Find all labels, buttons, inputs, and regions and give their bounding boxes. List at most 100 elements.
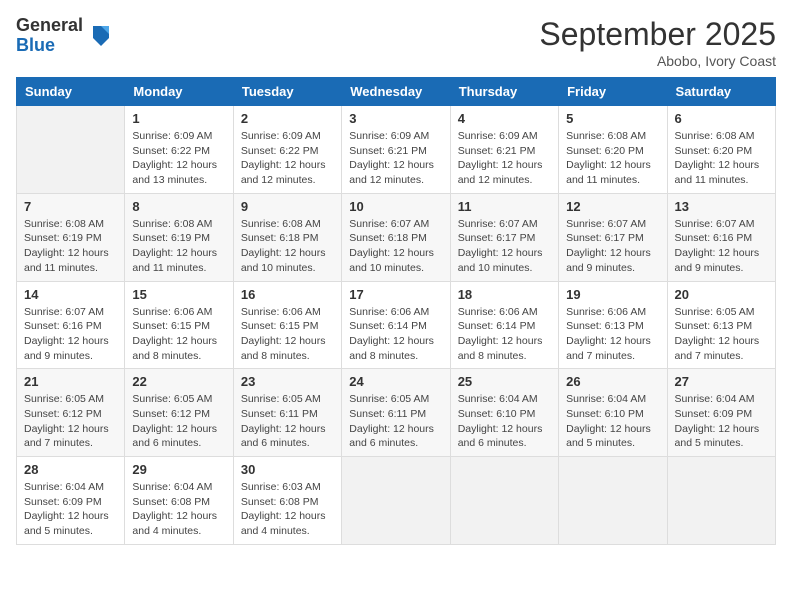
calendar-cell	[17, 106, 125, 194]
calendar-cell: 23 Sunrise: 6:05 AM Sunset: 6:11 PM Dayli…	[233, 369, 341, 457]
day-info: Sunrise: 6:05 AM Sunset: 6:11 PM Dayligh…	[349, 392, 442, 451]
day-number: 16	[241, 287, 334, 302]
weekday-header-saturday: Saturday	[667, 78, 775, 106]
day-number: 2	[241, 111, 334, 126]
day-info: Sunrise: 6:03 AM Sunset: 6:08 PM Dayligh…	[241, 480, 334, 539]
weekday-header-row: SundayMondayTuesdayWednesdayThursdayFrid…	[17, 78, 776, 106]
day-info: Sunrise: 6:06 AM Sunset: 6:15 PM Dayligh…	[241, 305, 334, 364]
day-info: Sunrise: 6:04 AM Sunset: 6:08 PM Dayligh…	[132, 480, 225, 539]
calendar-cell: 15Sunrise: 6:06 AM Sunset: 6:15 PM Dayli…	[125, 281, 233, 369]
calendar-cell: 17 Sunrise: 6:06 AM Sunset: 6:14 PM Dayli…	[342, 281, 450, 369]
logo-blue-text: Blue	[16, 36, 83, 56]
calendar-week-row: 28Sunrise: 6:04 AM Sunset: 6:09 PM Dayli…	[17, 457, 776, 545]
day-info: Sunrise: 6:09 AM Sunset: 6:22 PM Dayligh…	[241, 129, 334, 188]
day-number: 15	[132, 287, 225, 302]
calendar-cell: 30 Sunrise: 6:03 AM Sunset: 6:08 PM Dayli…	[233, 457, 341, 545]
calendar-cell: 10 Sunrise: 6:07 AM Sunset: 6:18 PM Dayli…	[342, 193, 450, 281]
calendar-cell: 24 Sunrise: 6:05 AM Sunset: 6:11 PM Dayli…	[342, 369, 450, 457]
day-number: 11	[458, 199, 551, 214]
day-number: 19	[566, 287, 659, 302]
day-number: 20	[675, 287, 768, 302]
logo-icon	[89, 22, 113, 50]
calendar-table: SundayMondayTuesdayWednesdayThursdayFrid…	[16, 77, 776, 545]
weekday-header-thursday: Thursday	[450, 78, 558, 106]
day-number: 13	[675, 199, 768, 214]
day-info: Sunrise: 6:08 AM Sunset: 6:20 PM Dayligh…	[566, 129, 659, 188]
calendar-cell: 16 Sunrise: 6:06 AM Sunset: 6:15 PM Dayli…	[233, 281, 341, 369]
day-info: Sunrise: 6:09 AM Sunset: 6:21 PM Dayligh…	[349, 129, 442, 188]
day-info: Sunrise: 6:07 AM Sunset: 6:17 PM Dayligh…	[566, 217, 659, 276]
logo: General Blue	[16, 16, 113, 56]
calendar-cell: 19 Sunrise: 6:06 AM Sunset: 6:13 PM Dayli…	[559, 281, 667, 369]
calendar-cell: 8 Sunrise: 6:08 AM Sunset: 6:19 PM Daylig…	[125, 193, 233, 281]
calendar-cell: 20Sunrise: 6:05 AM Sunset: 6:13 PM Dayli…	[667, 281, 775, 369]
day-number: 21	[24, 374, 117, 389]
calendar-cell: 7 Sunrise: 6:08 AM Sunset: 6:19 PM Daylig…	[17, 193, 125, 281]
calendar-cell	[667, 457, 775, 545]
day-number: 26	[566, 374, 659, 389]
day-info: Sunrise: 6:08 AM Sunset: 6:20 PM Dayligh…	[675, 129, 768, 188]
day-info: Sunrise: 6:07 AM Sunset: 6:16 PM Dayligh…	[24, 305, 117, 364]
day-info: Sunrise: 6:06 AM Sunset: 6:13 PM Dayligh…	[566, 305, 659, 364]
calendar-cell: 5 Sunrise: 6:08 AM Sunset: 6:20 PM Daylig…	[559, 106, 667, 194]
day-info: Sunrise: 6:08 AM Sunset: 6:19 PM Dayligh…	[132, 217, 225, 276]
calendar-cell: 11 Sunrise: 6:07 AM Sunset: 6:17 PM Dayli…	[450, 193, 558, 281]
day-info: Sunrise: 6:06 AM Sunset: 6:14 PM Dayligh…	[458, 305, 551, 364]
day-number: 24	[349, 374, 442, 389]
day-info: Sunrise: 6:07 AM Sunset: 6:17 PM Dayligh…	[458, 217, 551, 276]
day-number: 5	[566, 111, 659, 126]
calendar-week-row: 7 Sunrise: 6:08 AM Sunset: 6:19 PM Daylig…	[17, 193, 776, 281]
logo-general-text: General	[16, 16, 83, 36]
day-info: Sunrise: 6:05 AM Sunset: 6:12 PM Dayligh…	[24, 392, 117, 451]
calendar-cell	[342, 457, 450, 545]
day-number: 27	[675, 374, 768, 389]
day-info: Sunrise: 6:04 AM Sunset: 6:09 PM Dayligh…	[675, 392, 768, 451]
calendar-cell: 25 Sunrise: 6:04 AM Sunset: 6:10 PM Dayli…	[450, 369, 558, 457]
day-info: Sunrise: 6:07 AM Sunset: 6:18 PM Dayligh…	[349, 217, 442, 276]
calendar-cell: 26 Sunrise: 6:04 AM Sunset: 6:10 PM Dayli…	[559, 369, 667, 457]
day-number: 12	[566, 199, 659, 214]
day-info: Sunrise: 6:06 AM Sunset: 6:14 PM Dayligh…	[349, 305, 442, 364]
weekday-header-sunday: Sunday	[17, 78, 125, 106]
calendar-week-row: 21 Sunrise: 6:05 AM Sunset: 6:12 PM Dayli…	[17, 369, 776, 457]
day-number: 28	[24, 462, 117, 477]
day-number: 7	[24, 199, 117, 214]
weekday-header-monday: Monday	[125, 78, 233, 106]
page-header: General Blue September 2025 Abobo, Ivory…	[16, 16, 776, 69]
day-number: 17	[349, 287, 442, 302]
day-number: 14	[24, 287, 117, 302]
day-number: 30	[241, 462, 334, 477]
day-info: Sunrise: 6:04 AM Sunset: 6:10 PM Dayligh…	[566, 392, 659, 451]
calendar-cell: 28Sunrise: 6:04 AM Sunset: 6:09 PM Dayli…	[17, 457, 125, 545]
calendar-cell: 4Sunrise: 6:09 AM Sunset: 6:21 PM Daylig…	[450, 106, 558, 194]
day-number: 6	[675, 111, 768, 126]
calendar-cell: 9Sunrise: 6:08 AM Sunset: 6:18 PM Daylig…	[233, 193, 341, 281]
day-info: Sunrise: 6:08 AM Sunset: 6:19 PM Dayligh…	[24, 217, 117, 276]
day-number: 25	[458, 374, 551, 389]
calendar-cell: 3Sunrise: 6:09 AM Sunset: 6:21 PM Daylig…	[342, 106, 450, 194]
day-info: Sunrise: 6:04 AM Sunset: 6:10 PM Dayligh…	[458, 392, 551, 451]
calendar-cell: 29 Sunrise: 6:04 AM Sunset: 6:08 PM Dayli…	[125, 457, 233, 545]
day-number: 22	[132, 374, 225, 389]
day-info: Sunrise: 6:05 AM Sunset: 6:11 PM Dayligh…	[241, 392, 334, 451]
day-number: 10	[349, 199, 442, 214]
calendar-cell: 1 Sunrise: 6:09 AM Sunset: 6:22 PM Daylig…	[125, 106, 233, 194]
title-block: September 2025 Abobo, Ivory Coast	[539, 16, 776, 69]
day-number: 9	[241, 199, 334, 214]
calendar-cell: 22 Sunrise: 6:05 AM Sunset: 6:12 PM Dayli…	[125, 369, 233, 457]
day-info: Sunrise: 6:09 AM Sunset: 6:22 PM Dayligh…	[132, 129, 225, 188]
day-number: 29	[132, 462, 225, 477]
calendar-cell: 6 Sunrise: 6:08 AM Sunset: 6:20 PM Daylig…	[667, 106, 775, 194]
calendar-cell	[450, 457, 558, 545]
weekday-header-friday: Friday	[559, 78, 667, 106]
calendar-cell: 21 Sunrise: 6:05 AM Sunset: 6:12 PM Dayli…	[17, 369, 125, 457]
calendar-cell: 18Sunrise: 6:06 AM Sunset: 6:14 PM Dayli…	[450, 281, 558, 369]
day-number: 8	[132, 199, 225, 214]
calendar-week-row: 14 Sunrise: 6:07 AM Sunset: 6:16 PM Dayli…	[17, 281, 776, 369]
day-info: Sunrise: 6:05 AM Sunset: 6:12 PM Dayligh…	[132, 392, 225, 451]
day-number: 23	[241, 374, 334, 389]
calendar-cell: 14 Sunrise: 6:07 AM Sunset: 6:16 PM Dayli…	[17, 281, 125, 369]
day-info: Sunrise: 6:07 AM Sunset: 6:16 PM Dayligh…	[675, 217, 768, 276]
calendar-cell: 12 Sunrise: 6:07 AM Sunset: 6:17 PM Dayli…	[559, 193, 667, 281]
day-number: 1	[132, 111, 225, 126]
